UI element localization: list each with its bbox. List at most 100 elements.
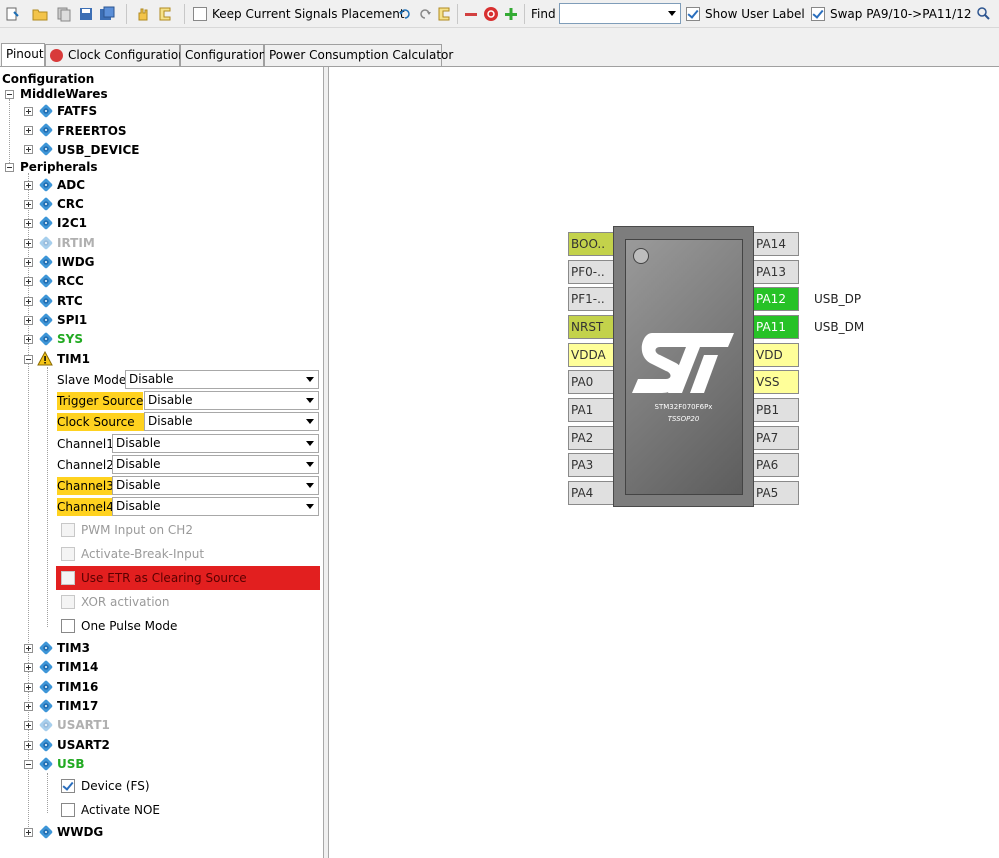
usb-device-fs-box[interactable] [61, 779, 75, 793]
expand-icon[interactable] [24, 297, 33, 306]
chevron-down-icon[interactable] [302, 371, 318, 388]
undo-icon[interactable] [397, 4, 413, 24]
pin-pa12[interactable]: PA12 [753, 287, 799, 311]
reset-icon[interactable] [483, 4, 499, 24]
expand-icon[interactable] [24, 741, 33, 750]
tree-item-spi1[interactable]: SPI1 [57, 311, 87, 329]
pin-vss[interactable]: VSS [753, 370, 799, 394]
pin-vdd[interactable]: VDD [753, 343, 799, 367]
tree-item-tim16[interactable]: TIM16 [57, 678, 98, 696]
expand-icon[interactable] [24, 145, 33, 154]
mcu-chip[interactable]: STM32F070F6Px TSSOP20 [613, 226, 754, 507]
tree-item-fatfs[interactable]: FATFS [57, 102, 97, 120]
expand-icon[interactable] [24, 644, 33, 653]
expand-icon[interactable] [24, 258, 33, 267]
activate-noe-checkbox[interactable]: Activate NOE [61, 801, 311, 819]
script-icon[interactable] [157, 4, 173, 24]
xor-activation-checkbox[interactable]: XOR activation [61, 593, 311, 611]
chevron-down-icon[interactable] [302, 498, 318, 515]
use-etr-checkbox[interactable]: Use ETR as Clearing Source [61, 569, 311, 587]
copy-icon[interactable] [56, 4, 72, 24]
tree-item-iwdg[interactable]: IWDG [57, 253, 95, 271]
expand-icon[interactable] [24, 335, 33, 344]
collapse-icon[interactable] [5, 90, 14, 99]
activate-noe-box[interactable] [61, 803, 75, 817]
activate-break-checkbox[interactable]: Activate-Break-Input [61, 545, 311, 563]
expand-icon[interactable] [24, 828, 33, 837]
expand-icon[interactable] [24, 219, 33, 228]
pin-pa3[interactable]: PA3 [568, 453, 614, 477]
chevron-down-icon[interactable] [668, 11, 676, 16]
usb-device-fs-checkbox[interactable]: Device (FS) [61, 777, 311, 795]
pwm-input-box[interactable] [61, 523, 75, 537]
save-as-icon[interactable] [99, 4, 115, 24]
pin-nrst[interactable]: NRST [568, 315, 614, 339]
pin-pa2[interactable]: PA2 [568, 426, 614, 450]
channel1-select[interactable]: Disable [112, 434, 319, 453]
tree-peripherals[interactable]: Peripherals [20, 158, 98, 176]
pin-vdda[interactable]: VDDA [568, 343, 614, 367]
tree-item-tim1[interactable]: TIM1 [57, 350, 90, 368]
tab-power-consumption[interactable]: Power Consumption Calculator [264, 44, 453, 66]
tree-item-rcc[interactable]: RCC [57, 272, 84, 290]
swap-pa-checkbox[interactable]: Swap PA9/10->PA11/12 [811, 4, 972, 24]
pin-pa1[interactable]: PA1 [568, 398, 614, 422]
channel2-select[interactable]: Disable [112, 455, 319, 474]
tree-middlewares[interactable]: MiddleWares [20, 85, 108, 103]
pin-pa11[interactable]: PA11 [753, 315, 799, 339]
expand-icon[interactable] [24, 239, 33, 248]
hand-icon[interactable] [135, 4, 151, 24]
open-folder-icon[interactable] [32, 4, 48, 24]
slave-mode-select[interactable]: Disable [125, 370, 319, 389]
tree-item-tim14[interactable]: TIM14 [57, 658, 98, 676]
show-user-label-box[interactable] [686, 7, 700, 21]
keep-signals-checkbox[interactable]: Keep Current Signals Placement [193, 4, 405, 24]
pin-pb1[interactable]: PB1 [753, 398, 799, 422]
find-combobox[interactable] [559, 3, 681, 24]
new-project-icon[interactable] [4, 4, 20, 24]
pin-pf1[interactable]: PF1-.. [568, 287, 614, 311]
activate-break-box[interactable] [61, 547, 75, 561]
one-pulse-box[interactable] [61, 619, 75, 633]
expand-icon[interactable] [24, 721, 33, 730]
tree-item-usb-device[interactable]: USB_DEVICE [57, 141, 139, 159]
tree-item-adc[interactable]: ADC [57, 176, 85, 194]
tree-item-freertos[interactable]: FREERTOS [57, 122, 127, 140]
tree-item-irtim[interactable]: IRTIM [57, 234, 95, 252]
pin-pa14[interactable]: PA14 [753, 232, 799, 256]
channel3-select[interactable]: Disable [112, 476, 319, 495]
tree-item-wwdg[interactable]: WWDG [57, 823, 103, 841]
pin-boot0[interactable]: BOO.. [568, 232, 614, 256]
chevron-down-icon[interactable] [302, 413, 318, 430]
pin-pa13[interactable]: PA13 [753, 260, 799, 284]
expand-icon[interactable] [24, 200, 33, 209]
collapse-icon[interactable] [24, 355, 33, 364]
pin-pf0[interactable]: PF0-.. [568, 260, 614, 284]
pin-pa6[interactable]: PA6 [753, 453, 799, 477]
redo-icon[interactable] [417, 4, 433, 24]
show-user-label-checkbox[interactable]: Show User Label [686, 4, 805, 24]
expand-icon[interactable] [24, 663, 33, 672]
expand-icon[interactable] [24, 702, 33, 711]
xor-activation-box[interactable] [61, 595, 75, 609]
tree-item-usb[interactable]: USB [57, 755, 85, 773]
tree-item-tim17[interactable]: TIM17 [57, 697, 98, 715]
tab-pinout[interactable]: Pinout [1, 43, 45, 66]
keep-signals-box[interactable] [193, 7, 207, 21]
expand-icon[interactable] [24, 107, 33, 116]
clock-source-select[interactable]: Disable [144, 412, 319, 431]
use-etr-box[interactable] [61, 571, 75, 585]
tree-item-sys[interactable]: SYS [57, 330, 83, 348]
tree-item-i2c1[interactable]: I2C1 [57, 214, 87, 232]
expand-icon[interactable] [24, 181, 33, 190]
trigger-source-select[interactable]: Disable [144, 391, 319, 410]
tab-clock-configuration[interactable]: Clock Configuration [45, 44, 186, 66]
tree-item-usart1[interactable]: USART1 [57, 716, 110, 734]
search-icon[interactable] [976, 4, 992, 24]
pin-pa4[interactable]: PA4 [568, 481, 614, 505]
one-pulse-checkbox[interactable]: One Pulse Mode [61, 617, 311, 635]
expand-icon[interactable] [24, 683, 33, 692]
pin-pa5[interactable]: PA5 [753, 481, 799, 505]
pwm-input-checkbox[interactable]: PWM Input on CH2 [61, 521, 311, 539]
channel4-select[interactable]: Disable [112, 497, 319, 516]
